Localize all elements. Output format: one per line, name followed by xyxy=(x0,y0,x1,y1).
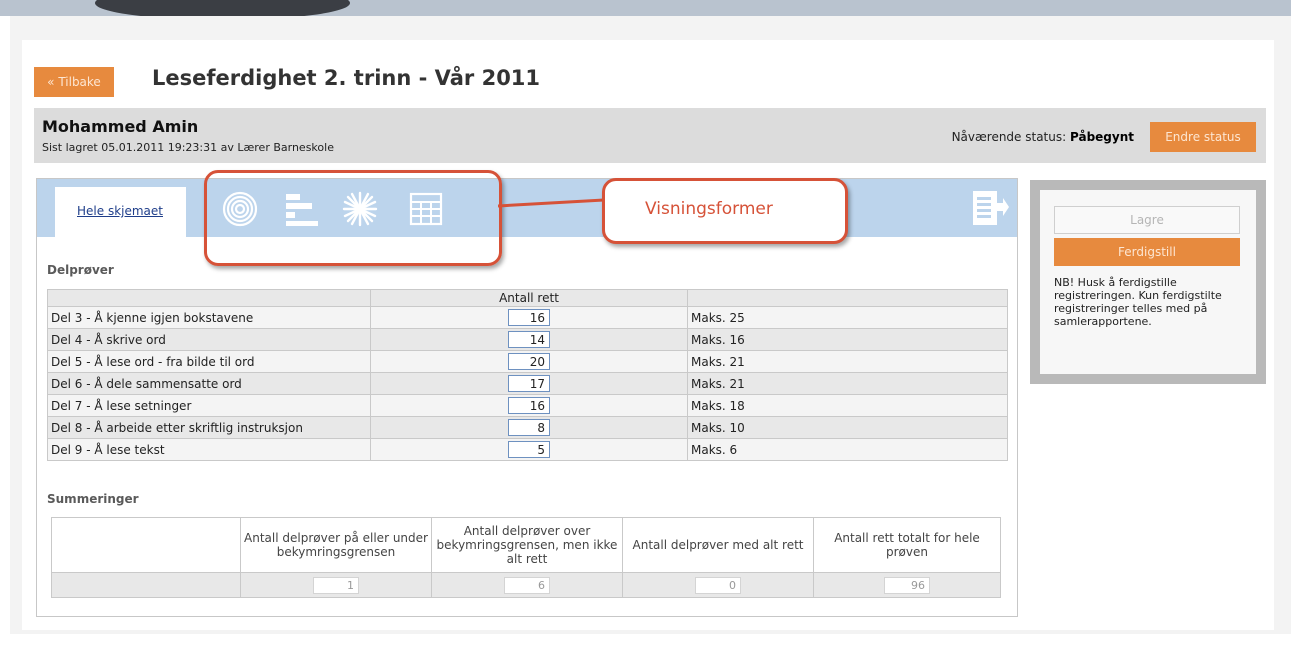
back-button[interactable]: « Tilbake xyxy=(34,67,114,97)
form-panel: Hele skjemaet Delprøver Antall rett Del … xyxy=(36,178,1018,617)
column-header-correct: Antall rett xyxy=(370,289,688,307)
max-score: Maks. 25 xyxy=(687,306,1008,329)
page-title: Leseferdighet 2. trinn - Vår 2011 xyxy=(152,66,541,90)
max-score: Maks. 6 xyxy=(687,438,1008,461)
callout-connector xyxy=(498,198,604,208)
last-saved-info: Sist lagret 05.01.2011 19:23:31 av Lærer… xyxy=(42,141,334,154)
score-input[interactable]: 17 xyxy=(508,375,550,392)
subtest-label: Del 5 - Å lese ord - fra bilde til ord xyxy=(47,350,371,373)
summary-header: Antall delprøver med alt rett xyxy=(622,517,814,573)
table-row: Del 5 - Å lese ord - fra bilde til ord 2… xyxy=(47,350,1008,373)
subtests-table: Antall rett Del 3 - Å kjenne igjen bokst… xyxy=(47,289,1008,461)
score-input[interactable]: 20 xyxy=(508,353,550,370)
view-modes-highlight xyxy=(204,170,502,266)
table-row: Del 4 - Å skrive ord 14 Maks. 16 xyxy=(47,328,1008,351)
status-value: Påbegynt xyxy=(1070,130,1134,144)
view-modes-callout: Visningsformer xyxy=(602,178,848,244)
finalize-note: NB! Husk å ferdigstille registreringen. … xyxy=(1054,276,1222,328)
score-input[interactable]: 16 xyxy=(508,397,550,414)
score-input[interactable]: 14 xyxy=(508,331,550,348)
top-strip xyxy=(0,0,1291,20)
table-row: Del 9 - Å lese tekst 5 Maks. 6 xyxy=(47,438,1008,461)
table-row: Del 8 - Å arbeide etter skriftlig instru… xyxy=(47,416,1008,439)
side-panel: Lagre Ferdigstill NB! Husk å ferdigstill… xyxy=(1030,180,1266,384)
summary-header-row: Antall delprøver på eller under bekymrin… xyxy=(51,517,1001,573)
current-status: Nåværende status: Påbegynt xyxy=(952,130,1134,144)
summary-value: 6 xyxy=(504,576,550,594)
score-input[interactable]: 5 xyxy=(508,441,550,458)
subtest-label: Del 9 - Å lese tekst xyxy=(47,438,371,461)
subtest-label: Del 3 - Å kjenne igjen bokstavene xyxy=(47,306,371,329)
subtest-label: Del 8 - Å arbeide etter skriftlig instru… xyxy=(47,416,371,439)
max-score: Maks. 18 xyxy=(687,394,1008,417)
subtest-label: Del 6 - Å dele sammensatte ord xyxy=(47,372,371,395)
table-row: Del 7 - Å lese setninger 16 Maks. 18 xyxy=(47,394,1008,417)
change-status-button[interactable]: Endre status xyxy=(1150,122,1256,152)
subtest-label: Del 4 - Å skrive ord xyxy=(47,328,371,351)
subtest-label: Del 7 - Å lese setninger xyxy=(47,394,371,417)
student-name: Mohammed Amin xyxy=(42,117,199,136)
summary-table: Antall delprøver på eller under bekymrin… xyxy=(51,517,1001,598)
summary-value: 0 xyxy=(695,576,741,594)
export-icon[interactable] xyxy=(969,189,1009,229)
save-button[interactable]: Lagre xyxy=(1054,206,1240,234)
finalize-button[interactable]: Ferdigstill xyxy=(1054,238,1240,266)
tab-whole-form-label[interactable]: Hele skjemaet xyxy=(77,204,163,218)
side-panel-inner: Lagre Ferdigstill NB! Husk å ferdigstill… xyxy=(1040,190,1256,374)
summary-value: 96 xyxy=(884,576,930,594)
subtests-title: Delprøver xyxy=(47,263,114,277)
status-label: Nåværende status: xyxy=(951,130,1067,144)
table-row: Del 6 - Å dele sammensatte ord 17 Maks. … xyxy=(47,372,1008,395)
summary-header: Antall delprøver på eller under bekymrin… xyxy=(240,517,432,573)
score-input[interactable]: 8 xyxy=(508,419,550,436)
max-score: Maks. 21 xyxy=(687,350,1008,373)
summary-title: Summeringer xyxy=(47,492,139,506)
max-score: Maks. 16 xyxy=(687,328,1008,351)
table-row: Del 3 - Å kjenne igjen bokstavene 16 Mak… xyxy=(47,306,1008,329)
tab-whole-form[interactable]: Hele skjemaet xyxy=(55,187,186,239)
student-header: Mohammed Amin Sist lagret 05.01.2011 19:… xyxy=(34,108,1266,163)
max-score: Maks. 21 xyxy=(687,372,1008,395)
summary-values-row: 1 6 0 96 xyxy=(51,572,1001,598)
subtests-header-row: Antall rett xyxy=(47,289,1008,307)
summary-value: 1 xyxy=(313,576,359,594)
summary-header: Antall delprøver over bekymringsgrensen,… xyxy=(431,517,623,573)
summary-header: Antall rett totalt for hele prøven xyxy=(813,517,1001,573)
callout-label: Visningsformer xyxy=(645,199,773,219)
max-score: Maks. 10 xyxy=(687,416,1008,439)
score-input[interactable]: 16 xyxy=(508,309,550,326)
